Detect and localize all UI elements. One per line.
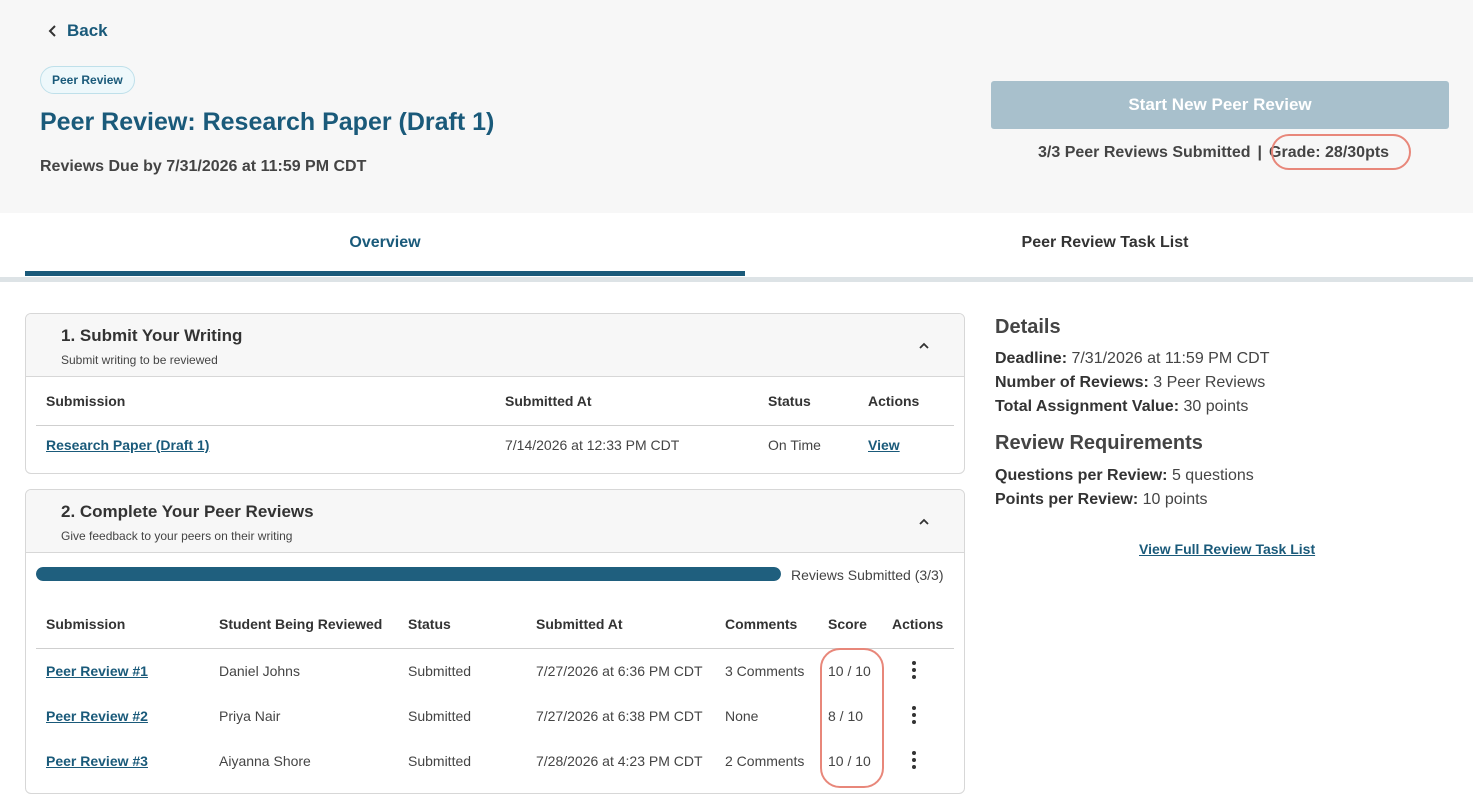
submission-link[interactable]: Research Paper (Draft 1): [46, 437, 209, 453]
status-cell: Submitted: [408, 753, 472, 769]
points-label: Points per Review:: [995, 491, 1139, 508]
column-header-submitted-at: Submitted At: [505, 393, 592, 409]
peer-review-3-link[interactable]: Peer Review #3: [46, 753, 148, 769]
section-subtitle: Give feedback to your peers on their wri…: [61, 529, 293, 543]
status-cell: Submitted: [408, 663, 472, 679]
column-header-submission: Submission: [46, 616, 126, 632]
tab-peer-review-task-list[interactable]: Peer Review Task List: [745, 213, 1465, 275]
student-cell: Priya Nair: [219, 708, 281, 724]
submitted-at-cell: 7/27/2026 at 6:36 PM CDT: [536, 663, 703, 679]
comments-cell: 2 Comments: [725, 753, 805, 769]
chevron-up-icon[interactable]: [918, 340, 930, 352]
status-cell: Submitted: [408, 708, 472, 724]
more-actions-icon[interactable]: [904, 705, 924, 725]
progress-fill: [36, 567, 781, 581]
details-heading: Details: [995, 316, 1061, 338]
column-header-status: Status: [408, 616, 451, 632]
due-date: Reviews Due by 7/31/2026 at 11:59 PM CDT: [40, 158, 367, 175]
submitted-at-cell: 7/27/2026 at 6:38 PM CDT: [536, 708, 703, 724]
submit-writing-header[interactable]: 1. Submit Your Writing Submit writing to…: [26, 314, 964, 377]
chevron-up-icon[interactable]: [918, 516, 930, 528]
reviews-label: Number of Reviews:: [995, 374, 1149, 391]
peer-reviews-card: 2. Complete Your Peer Reviews Give feedb…: [25, 489, 965, 794]
peer-reviews-header[interactable]: 2. Complete Your Peer Reviews Give feedb…: [26, 490, 964, 553]
assignment-value-row: Total Assignment Value: 30 points: [995, 398, 1248, 416]
reviews-count-row: Number of Reviews: 3 Peer Reviews: [995, 374, 1265, 392]
section-title: 1. Submit Your Writing: [61, 326, 243, 345]
score-highlight-annotation: [820, 648, 884, 788]
comments-cell: None: [725, 708, 759, 724]
student-cell: Aiyanna Shore: [219, 753, 311, 769]
peer-review-2-link[interactable]: Peer Review #2: [46, 708, 148, 724]
column-header-status: Status: [768, 393, 811, 409]
submit-writing-card: 1. Submit Your Writing Submit writing to…: [25, 313, 965, 474]
back-label: Back: [67, 21, 108, 40]
questions-row: Questions per Review: 5 questions: [995, 467, 1254, 485]
column-header-student: Student Being Reviewed: [219, 616, 383, 632]
questions-value: 5 questions: [1167, 467, 1254, 484]
view-link[interactable]: View: [868, 437, 900, 453]
questions-label: Questions per Review:: [995, 467, 1168, 484]
section-subtitle: Submit writing to be reviewed: [61, 353, 218, 367]
page-title: Peer Review: Research Paper (Draft 1): [40, 108, 495, 136]
tab-bar-divider: [0, 277, 1473, 282]
active-tab-indicator: [25, 271, 745, 276]
submitted-at-cell: 7/28/2026 at 4:23 PM CDT: [536, 753, 703, 769]
submitted-count: 3/3 Peer Reviews Submitted: [1038, 144, 1251, 161]
table-divider: [36, 648, 954, 649]
view-full-task-list-link[interactable]: View Full Review Task List: [1139, 541, 1315, 557]
table-divider: [36, 425, 954, 426]
status-cell: On Time: [768, 437, 821, 453]
column-header-actions: Actions: [892, 616, 944, 632]
grade-highlight-annotation: [1271, 134, 1411, 170]
value-label: Total Assignment Value:: [995, 398, 1180, 415]
value-value: 30 points: [1179, 398, 1249, 415]
chevron-left-icon: [48, 25, 56, 37]
start-new-peer-review-button[interactable]: Start New Peer Review: [991, 81, 1449, 129]
more-actions-icon[interactable]: [904, 750, 924, 770]
student-cell: Daniel Johns: [219, 663, 300, 679]
tab-overview[interactable]: Overview: [25, 213, 745, 275]
column-header-score: Score: [828, 616, 867, 632]
deadline-row: Deadline: 7/31/2026 at 11:59 PM CDT: [995, 350, 1270, 368]
progress-label: Reviews Submitted (3/3): [791, 567, 944, 583]
section-title: 2. Complete Your Peer Reviews: [61, 502, 314, 521]
reviews-progress-bar: [36, 567, 781, 581]
peer-review-1-link[interactable]: Peer Review #1: [46, 663, 148, 679]
deadline-label: Deadline:: [995, 350, 1068, 367]
deadline-value: 7/31/2026 at 11:59 PM CDT: [1067, 350, 1270, 367]
back-link[interactable]: Back: [47, 21, 108, 41]
peer-review-badge: Peer Review: [40, 66, 135, 94]
page-header: Back Peer Review Peer Review: Research P…: [0, 0, 1473, 213]
more-actions-icon[interactable]: [904, 660, 924, 680]
column-header-actions: Actions: [868, 393, 920, 409]
column-header-comments: Comments: [725, 616, 798, 632]
points-value: 10 points: [1138, 491, 1208, 508]
comments-cell: 3 Comments: [725, 663, 805, 679]
column-header-submission: Submission: [46, 393, 126, 409]
points-row: Points per Review: 10 points: [995, 491, 1208, 509]
column-header-submitted-at: Submitted At: [536, 616, 623, 632]
tab-bar: Overview Peer Review Task List: [0, 213, 1473, 283]
review-requirements-heading: Review Requirements: [995, 432, 1203, 454]
reviews-value: 3 Peer Reviews: [1148, 374, 1266, 391]
submitted-at-cell: 7/14/2026 at 12:33 PM CDT: [505, 437, 680, 453]
summary-separator: |: [1257, 144, 1263, 161]
